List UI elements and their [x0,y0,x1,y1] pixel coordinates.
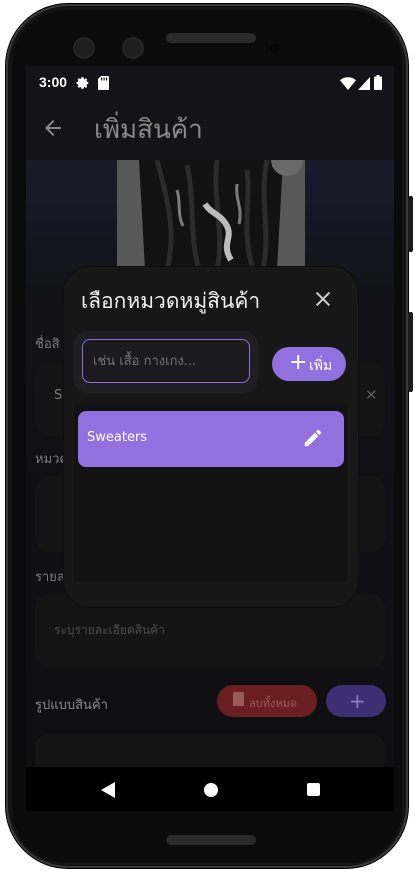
category-list: Sweaters [74,404,347,582]
dialog-title: เลือกหมวดหมู่สินค้า [81,289,261,313]
volume-button [408,196,413,252]
add-style-button[interactable]: + [326,685,386,717]
style-label: รูปแบบสินค้า [35,698,108,713]
search-container [74,331,258,393]
product-image-sweater [117,160,305,270]
screen: 3:00 เพิ่มสินค้า ชื่อสิ S ✕ หมวด รายล ระ… [26,66,394,811]
app-bar: เพิ่มสินค้า [26,100,394,160]
cell-signal-icon [358,77,370,90]
status-bar: 3:00 [26,66,394,100]
system-nav-bar [26,767,394,811]
name-label: ชื่อสิ [35,337,60,352]
add-category-label: เพิ่ม [309,358,333,374]
wifi-icon [340,77,356,90]
delete-all-label: ลบทั้งหมด [249,697,297,710]
category-dialog: เลือกหมวดหมู่สินค้า + เพิ่ม Sweaters [64,267,358,607]
nav-back-icon[interactable] [101,782,115,798]
category-item-label: Sweaters [87,430,148,445]
sd-card-icon [98,76,109,90]
power-button [408,312,413,392]
clear-icon[interactable]: ✕ [365,386,378,404]
page-title: เพิ่มสินค้า [94,115,203,145]
status-time: 3:00 [39,74,68,90]
category-item[interactable]: Sweaters [78,411,344,467]
delete-all-button[interactable]: ลบทั้งหมด [217,685,317,717]
category-search-input[interactable] [82,339,250,383]
settings-gear-icon [76,77,89,89]
earpiece-speaker [166,33,256,43]
trash-icon [233,692,244,706]
front-sensor-icon [124,39,142,57]
edit-pencil-icon[interactable] [302,427,324,449]
nav-home-icon[interactable] [204,783,218,797]
add-category-button[interactable]: + เพิ่ม [272,347,346,381]
battery-icon [374,75,382,90]
close-icon[interactable] [312,288,334,310]
product-photo[interactable] [117,160,305,270]
detail-placeholder: ระบุรายละเอียดสินค้า [54,623,165,637]
nav-recents-icon[interactable] [307,783,320,796]
plus-icon: + [289,350,308,375]
category-label: หมวด [35,452,68,467]
back-arrow-icon[interactable] [41,116,65,140]
proximity-sensor [270,43,280,53]
name-field-value: S [54,388,63,403]
bottom-speaker [166,835,256,845]
plus-icon: + [349,689,366,713]
detail-label: รายล [35,570,65,585]
front-camera-icon [75,39,93,57]
